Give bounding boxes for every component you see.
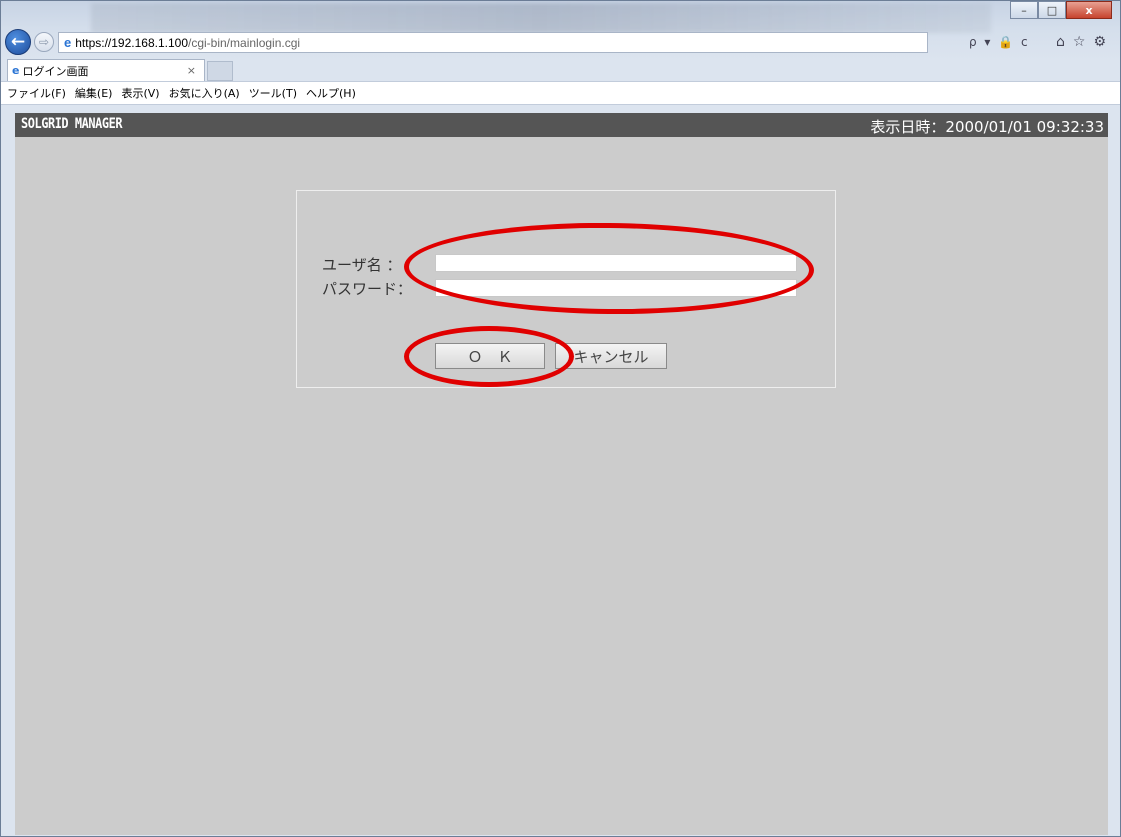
username-input[interactable] [435,254,797,272]
maximize-button[interactable]: □ [1038,1,1066,19]
tab-close-icon[interactable]: × [187,64,196,77]
app-title: SOLGRID MANAGER [21,116,123,132]
url-host: https://192.168.1.100 [75,35,188,50]
url-path: /cgi-bin/mainlogin.cgi [188,35,301,50]
ok-button[interactable]: Ｏ Ｋ [435,343,545,369]
menu-tools[interactable]: ツール(T) [249,85,297,101]
tab-bar: e ログイン画面 × [1,57,1120,81]
menu-help[interactable]: ヘルプ(H) [306,85,356,101]
tab-login[interactable]: e ログイン画面 × [7,59,205,81]
new-tab-button[interactable] [207,61,233,81]
login-panel: ユーザ名 ： パスワード： Ｏ Ｋ キャンセル [296,190,836,388]
menu-edit[interactable]: 編集(E) [75,85,113,101]
display-datetime: 表示日時：2000/01/01 09:32:33 [870,118,1104,136]
window-controls: – □ x [1010,1,1112,19]
minimize-button[interactable]: – [1010,1,1038,19]
tab-title: ログイン画面 [22,64,89,78]
ie-tab-icon: e [12,64,20,77]
navigation-bar: ← ⇨ e https://192.168.1.100/cgi-bin/main… [1,29,1120,57]
close-window-button[interactable]: x [1066,1,1112,19]
browser-window: – □ x ← ⇨ e https://192.168.1.100/cgi-bi… [0,0,1121,837]
menu-file[interactable]: ファイル(F) [7,85,66,101]
cancel-button[interactable]: キャンセル [555,343,667,369]
forward-arrow-icon: ⇨ [38,35,50,49]
menu-view[interactable]: 表示(V) [121,85,159,101]
ie-page-icon: e [64,35,72,50]
password-input[interactable] [435,279,797,297]
home-icon[interactable]: ⌂ [1056,34,1065,50]
favorites-star-icon[interactable]: ☆ [1073,34,1086,50]
menu-bar: ファイル(F) 編集(E) 表示(V) お気に入り(A) ツール(T) ヘルプ(… [1,81,1120,105]
gear-icon[interactable]: ⚙ [1093,34,1106,50]
app-header: SOLGRID MANAGER 表示日時：2000/01/01 09:32:33 [15,113,1108,137]
address-tools[interactable]: ρ ▾ 🔒 c [969,35,1030,49]
address-bar[interactable]: e https://192.168.1.100/cgi-bin/mainlogi… [58,32,928,53]
toolbar-icons: ⌂ ☆ ⚙ [1056,34,1106,50]
forward-button[interactable]: ⇨ [34,32,54,52]
back-arrow-icon: ← [10,32,26,52]
back-button[interactable]: ← [5,29,31,55]
password-label: パスワード： [322,280,413,298]
username-label: ユーザ名 ： [322,256,402,274]
menu-favorites[interactable]: お気に入り(A) [169,85,240,101]
page-content: SOLGRID MANAGER 表示日時：2000/01/01 09:32:33… [15,113,1108,835]
